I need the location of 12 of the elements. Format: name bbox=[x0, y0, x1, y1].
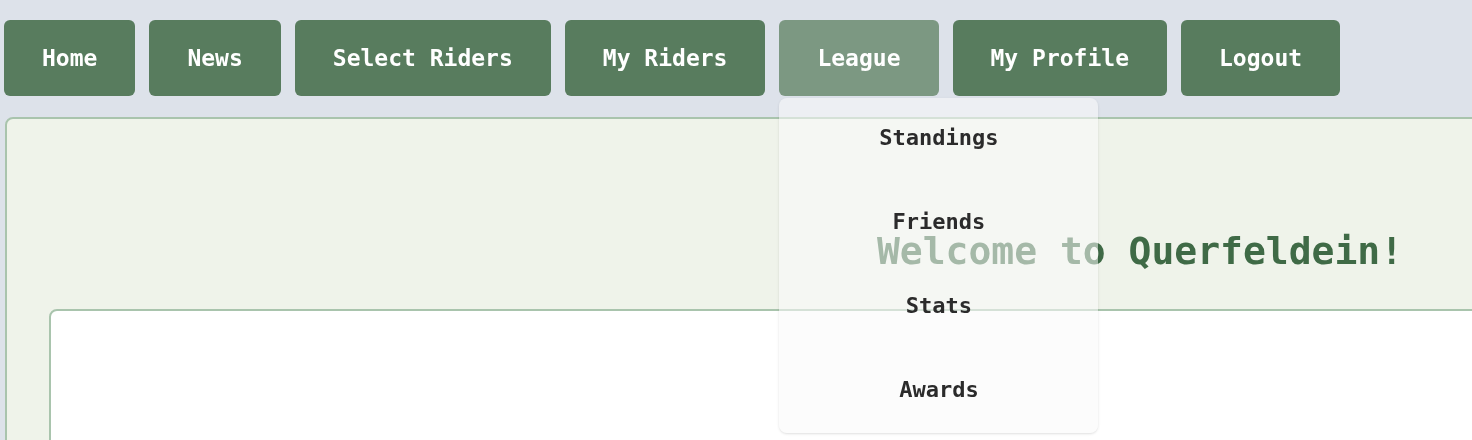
nav-button[interactable]: My Profile bbox=[952, 20, 1167, 96]
dropdown-item[interactable]: Awards bbox=[899, 378, 979, 402]
nav-button[interactable]: News bbox=[149, 20, 281, 96]
page-title: Welcome to Querfeldein! bbox=[876, 231, 1404, 271]
nav-button[interactable]: Select Riders bbox=[294, 20, 551, 96]
dropdown-item[interactable]: Friends bbox=[892, 210, 986, 234]
dropdown-item[interactable]: Standings bbox=[879, 126, 999, 150]
dropdown-item[interactable]: Stats bbox=[905, 294, 973, 318]
nav-button[interactable]: My Riders bbox=[564, 20, 766, 96]
nav-button[interactable]: League bbox=[779, 20, 939, 96]
nav-button[interactable]: Home bbox=[4, 20, 136, 96]
nav-button[interactable]: Logout bbox=[1181, 20, 1341, 96]
